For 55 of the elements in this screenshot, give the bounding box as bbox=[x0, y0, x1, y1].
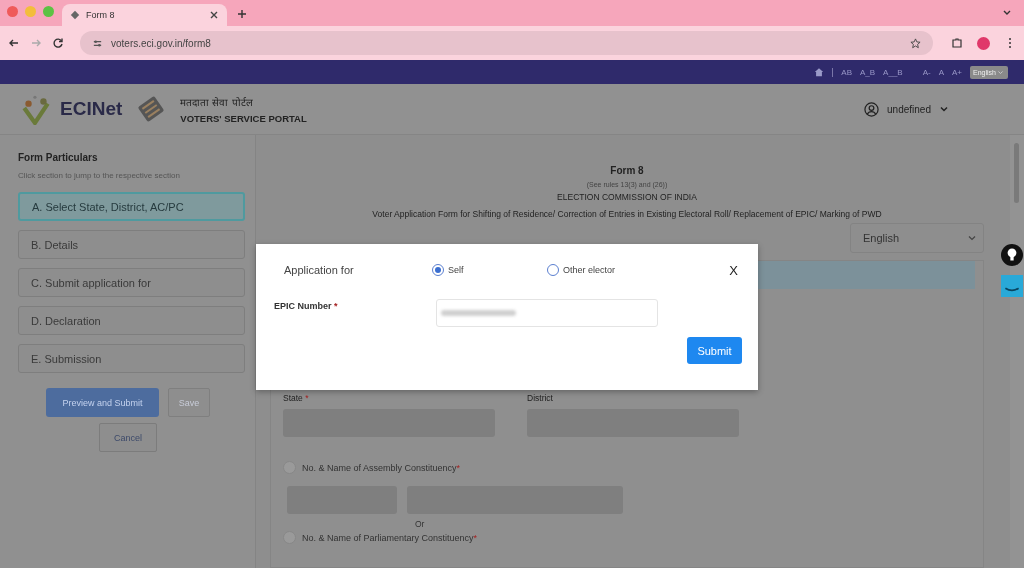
radio-option[interactable]: Other elector bbox=[547, 264, 616, 276]
accessibility-option[interactable]: AB bbox=[841, 67, 852, 77]
preview-submit-button[interactable]: Preview and Submit bbox=[46, 388, 159, 417]
epic-number-field[interactable] bbox=[436, 299, 658, 327]
brand-name: ECINet bbox=[60, 98, 123, 120]
home-icon[interactable] bbox=[814, 67, 825, 77]
accessibility-option[interactable]: A bbox=[938, 67, 944, 77]
user-icon bbox=[864, 101, 880, 117]
profile-avatar[interactable] bbox=[977, 36, 990, 50]
section-item[interactable]: D. Declaration bbox=[18, 306, 245, 335]
new-tab-icon[interactable] bbox=[237, 9, 247, 19]
field-label: District bbox=[527, 393, 554, 403]
portal-title: VOTERS' SERVICE PORTAL bbox=[180, 112, 307, 124]
site-settings-icon[interactable] bbox=[92, 37, 103, 49]
browser-tab[interactable]: Form 8 bbox=[62, 4, 227, 26]
close-button[interactable]: X bbox=[725, 262, 742, 278]
accessibility-option[interactable]: A- bbox=[922, 67, 931, 77]
chevron-down-icon bbox=[997, 68, 1004, 76]
logo-icon bbox=[20, 93, 52, 125]
user-menu[interactable]: undefined bbox=[864, 101, 949, 117]
site-icon bbox=[70, 10, 80, 20]
close-tab-icon[interactable] bbox=[209, 10, 219, 20]
portal-title-hindi: मतदाता सेवा पोर्टल bbox=[180, 95, 254, 109]
accessibility-option[interactable]: A_B bbox=[859, 67, 876, 77]
form-authority: ELECTION COMMISSION OF INDIA bbox=[557, 192, 697, 202]
dialog-label: Application for bbox=[284, 264, 355, 276]
forward-icon[interactable] bbox=[30, 37, 42, 49]
radio-option[interactable]: Self bbox=[432, 264, 547, 276]
field-label: State * bbox=[283, 393, 310, 403]
accessibility-option[interactable]: A__B bbox=[883, 67, 903, 77]
scrollbar-thumb[interactable] bbox=[1014, 143, 1019, 203]
bookmark-star-icon[interactable] bbox=[910, 37, 921, 49]
section-item[interactable]: B. Details bbox=[18, 230, 245, 259]
accessibility-option[interactable]: A+ bbox=[952, 67, 963, 77]
language-select[interactable]: English bbox=[850, 223, 984, 253]
reload-icon[interactable] bbox=[52, 37, 64, 49]
address-field[interactable]: voters.eci.gov.in/form8 bbox=[80, 31, 933, 55]
form-subtitle: Voter Application Form for Shifting of Residence/ Correction of Entries in Existing Electoral Roll/ Replacement of EPIC/ Marking of PWD bbox=[372, 209, 882, 219]
chat-widget-icon[interactable] bbox=[1001, 275, 1023, 297]
section-item[interactable]: E. Submission bbox=[18, 344, 245, 373]
field-label: No. & Name of Assembly Constituency* bbox=[302, 462, 461, 473]
cancel-button[interactable]: Cancel bbox=[99, 423, 157, 452]
field-label: No. & Name of Parliamentary Constituency* bbox=[302, 532, 478, 543]
field-label: EPIC Number * bbox=[274, 301, 339, 311]
back-icon[interactable] bbox=[8, 37, 20, 49]
chevron-down-icon bbox=[967, 233, 977, 243]
section-item[interactable]: A. Select State, District, AC/PC bbox=[18, 192, 245, 221]
section-item[interactable]: C. Submit application for bbox=[18, 268, 245, 297]
sidebar-title: Form Particulars bbox=[18, 152, 99, 163]
or-text: Or bbox=[415, 519, 426, 529]
lightbulb-icon[interactable] bbox=[1001, 244, 1023, 266]
form-title: Form 8 bbox=[610, 165, 644, 176]
chevron-down-icon bbox=[939, 104, 949, 114]
submit-button[interactable]: Submit bbox=[687, 337, 742, 364]
close-window-icon[interactable] bbox=[7, 6, 18, 17]
